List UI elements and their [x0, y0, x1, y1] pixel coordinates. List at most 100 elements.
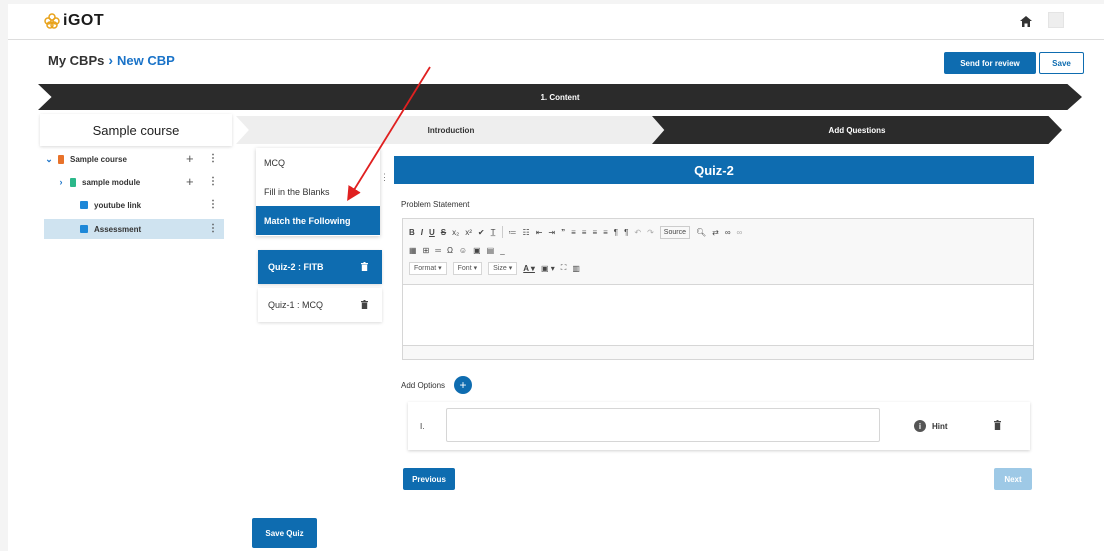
more-vert-icon[interactable]: ⋮: [380, 172, 389, 183]
avatar[interactable]: [1048, 12, 1064, 28]
tree-item-course[interactable]: ⌄ Sample course + ⋮: [44, 149, 224, 169]
bold-icon[interactable]: B: [409, 228, 415, 237]
next-button[interactable]: Next: [994, 468, 1032, 490]
maximize-icon[interactable]: ⛶: [561, 263, 567, 273]
add-icon[interactable]: +: [186, 174, 194, 189]
save-quiz-button[interactable]: Save Quiz: [252, 518, 317, 548]
undo-icon[interactable]: ↶: [634, 228, 641, 237]
tree-item-youtube[interactable]: youtube link ⋮: [44, 195, 224, 215]
tree-item-label: sample module: [82, 177, 141, 187]
outdent-icon[interactable]: ⇤: [536, 228, 543, 237]
previous-button[interactable]: Previous: [403, 468, 455, 490]
redo-icon[interactable]: ↷: [647, 228, 654, 237]
copy-format-icon[interactable]: ✔: [478, 228, 485, 237]
horizontal-line-icon[interactable]: ═: [435, 246, 441, 255]
page-break-icon[interactable]: ▤: [487, 246, 495, 255]
add-option-button[interactable]: +: [454, 376, 472, 394]
hint-label[interactable]: Hint: [932, 422, 948, 431]
top-bar: iGOT: [8, 4, 1104, 40]
logo[interactable]: iGOT: [44, 12, 104, 30]
align-center-icon[interactable]: ≡: [582, 228, 587, 237]
quiz-item[interactable]: Quiz-1 : MCQ: [258, 288, 382, 322]
resource-icon: [80, 201, 88, 209]
tree-item-module[interactable]: › sample module + ⋮: [44, 172, 224, 192]
menu-item-match-following[interactable]: Match the Following: [256, 206, 380, 235]
step-introduction[interactable]: Introduction: [236, 116, 666, 144]
ltr-icon[interactable]: ¶: [614, 228, 618, 237]
numbered-list-icon[interactable]: ≔: [509, 228, 517, 237]
quiz-title: Quiz-2: [394, 156, 1034, 184]
source-button[interactable]: Source: [659, 225, 690, 239]
rtl-icon[interactable]: ¶: [624, 228, 628, 237]
quiz-item-label: Quiz-2 : FITB: [268, 262, 324, 272]
underline-icon[interactable]: U: [429, 228, 435, 237]
align-left-icon[interactable]: ≡: [571, 228, 576, 237]
tree-item-assessment[interactable]: Assessment ⋮: [44, 219, 224, 239]
tree-item-label: Sample course: [70, 154, 127, 164]
table-icon[interactable]: ⊞: [423, 246, 430, 255]
quiz-item-selected[interactable]: Quiz-2 : FITB: [258, 250, 382, 284]
find-icon[interactable]: 🔍︎: [696, 228, 706, 237]
indent-icon[interactable]: ⇥: [548, 228, 555, 237]
editor-footer: [403, 345, 1033, 359]
superscript-icon[interactable]: x²: [465, 228, 472, 237]
home-icon[interactable]: [1020, 16, 1032, 27]
question-type-menu: MCQ Fill in the Blanks Match the Followi…: [256, 148, 380, 236]
link-icon[interactable]: ∞: [725, 228, 731, 237]
strikethrough-icon[interactable]: S: [441, 228, 446, 237]
more-vert-icon[interactable]: ⋮: [208, 199, 218, 210]
option-number: I.: [420, 422, 425, 431]
step-content[interactable]: 1. Content: [38, 84, 1082, 110]
italic-icon[interactable]: I: [421, 228, 423, 237]
sidebar-title: Sample course: [40, 114, 232, 146]
justify-icon[interactable]: ≡: [603, 228, 608, 237]
quiz-item-label: Quiz-1 : MCQ: [268, 300, 324, 310]
option-input[interactable]: [446, 408, 880, 442]
special-char-icon[interactable]: Ω: [447, 246, 453, 255]
align-right-icon[interactable]: ≡: [592, 228, 597, 237]
blocks-icon[interactable]: ▥: [572, 264, 580, 273]
chevron-down-icon[interactable]: ⌄: [44, 154, 54, 165]
save-button[interactable]: Save: [1039, 52, 1084, 74]
step-add-questions[interactable]: Add Questions: [652, 116, 1062, 144]
problem-statement-label: Problem Statement: [401, 200, 470, 209]
editor-toolbar: B I U S x₂ x² ✔ T̲ ≔ ☷ ⇤ ⇥ ” ≡ ≡ ≡ ≡ ¶ ¶: [403, 219, 1033, 285]
font-select[interactable]: Font ▾: [452, 261, 483, 275]
blockquote-icon[interactable]: ”: [561, 228, 565, 237]
subscript-icon[interactable]: x₂: [452, 228, 459, 237]
more-vert-icon[interactable]: ⋮: [208, 176, 218, 187]
add-icon[interactable]: +: [186, 151, 194, 166]
menu-item-mcq[interactable]: MCQ: [256, 148, 380, 177]
remove-format-icon[interactable]: T̲: [491, 228, 496, 237]
info-icon[interactable]: i: [914, 420, 926, 432]
tree-item-label: Assessment: [94, 224, 142, 234]
smiley-icon[interactable]: ☺: [459, 246, 467, 255]
unlink-icon[interactable]: ∞: [737, 228, 743, 237]
tree-item-label: youtube link: [94, 200, 142, 210]
bg-color-icon[interactable]: ▣ ▾: [541, 264, 555, 273]
breadcrumb-root[interactable]: My CBPs: [48, 53, 104, 68]
format-select[interactable]: Format ▾: [409, 261, 447, 275]
breadcrumb-current: New CBP: [117, 52, 175, 68]
size-select[interactable]: Size ▾: [488, 261, 518, 275]
chevron-right-icon[interactable]: ›: [56, 177, 66, 187]
module-icon: [70, 177, 76, 187]
rich-text-editor[interactable]: B I U S x₂ x² ✔ T̲ ≔ ☷ ⇤ ⇥ ” ≡ ≡ ≡ ≡ ¶ ¶: [402, 218, 1034, 360]
menu-item-fill-blanks[interactable]: Fill in the Blanks: [256, 177, 380, 206]
more-vert-icon[interactable]: ⋮: [208, 153, 218, 164]
text-color-icon[interactable]: A ▾: [523, 264, 535, 273]
underscore-icon[interactable]: _: [500, 246, 504, 255]
resource-icon: [80, 225, 88, 233]
iframe-icon[interactable]: ▣: [473, 246, 481, 255]
more-vert-icon[interactable]: ⋮: [208, 223, 218, 234]
image-icon[interactable]: ▦: [409, 246, 417, 255]
delete-icon[interactable]: [994, 420, 1001, 430]
replace-icon[interactable]: ⇄: [712, 228, 719, 237]
flower-logo-icon: [44, 13, 60, 29]
delete-icon[interactable]: [361, 300, 368, 309]
editor-content[interactable]: [403, 285, 1033, 345]
delete-icon[interactable]: [361, 262, 368, 271]
send-for-review-button[interactable]: Send for review: [944, 52, 1036, 74]
bulleted-list-icon[interactable]: ☷: [523, 228, 530, 237]
logo-text: iGOT: [63, 12, 105, 29]
